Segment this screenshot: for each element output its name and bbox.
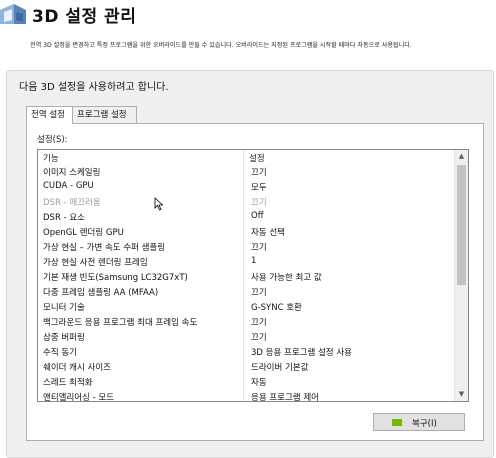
row-value[interactable]: 드라이버 기본값 xyxy=(251,361,308,373)
setting-row-shader-cache-size[interactable]: 쉐이더 캐시 사이즈 드라이버 기본값 xyxy=(38,359,456,374)
setting-row-vertical-sync[interactable]: 수직 동기 3D 응용 프로그램 설정 사용 xyxy=(38,344,456,359)
tab-program-settings[interactable]: 프로그램 설정 xyxy=(73,106,137,123)
row-feature: 기본 재생 빈도(Samsung LC32G7xT) xyxy=(43,273,188,283)
page-description: 전역 3D 설정을 변경하고 특정 프로그램을 위한 오버라이드를 만들 수 있… xyxy=(30,42,412,49)
row-feature: OpenGL 렌더링 GPU xyxy=(43,228,124,238)
row-feature: 스레드 최적화 xyxy=(43,378,93,388)
mouse-cursor-icon xyxy=(154,197,164,211)
list-scrollbar[interactable]: ▲ ▼ xyxy=(454,150,468,401)
setting-row-refresh-rate[interactable]: 기본 재생 빈도(Samsung LC32G7xT) 사용 가능한 최고 값 xyxy=(38,269,456,284)
setting-row-background-max-fps[interactable]: 백그라운드 응용 프로그램 최대 프레임 속도 끄기 xyxy=(38,314,456,329)
row-feature: 앤티앨리어싱 - 모드 xyxy=(43,393,115,402)
setting-row-vr-vrss[interactable]: 가상 현실 – 가변 속도 수퍼 샘플링 끄기 xyxy=(38,239,456,254)
scroll-up-icon[interactable]: ▲ xyxy=(455,150,468,163)
panel-heading: 다음 3D 설정을 사용하려고 합니다. xyxy=(19,82,169,93)
tab-global-settings[interactable]: 전역 설정 xyxy=(26,106,73,124)
page-title: 3D 설정 관리 xyxy=(32,7,137,27)
setting-row-antialiasing-mode[interactable]: 앤티앨리어싱 - 모드 응용 프로그램 제어 xyxy=(38,389,456,402)
row-value[interactable]: 자동 xyxy=(251,376,267,388)
scroll-thumb[interactable] xyxy=(457,165,466,285)
setting-row-image-scaling[interactable]: 이미지 스케일링 끄기 xyxy=(38,164,456,179)
column-header-feature[interactable]: 기능 xyxy=(43,152,59,164)
3d-cube-logo-icon xyxy=(0,4,26,24)
row-feature: 백그라운드 응용 프로그램 최대 프레임 속도 xyxy=(43,318,198,328)
row-feature: 가상 현실 사전 렌더링 프레임 xyxy=(43,258,148,268)
row-value[interactable]: 끄기 xyxy=(251,286,267,298)
header: 3D 설정 관리 xyxy=(0,0,496,30)
row-feature: CUDA - GPU xyxy=(43,181,94,191)
setting-row-dsr-factors[interactable]: DSR - 요소 Off xyxy=(38,209,456,224)
settings-label: 설정(S): xyxy=(37,135,68,145)
row-feature: 수직 동기 xyxy=(43,348,77,358)
row-feature: DSR - 요소 xyxy=(43,213,85,223)
row-feature: 가상 현실 – 가변 속도 수퍼 샘플링 xyxy=(43,243,166,253)
setting-row-threaded-optimization[interactable]: 스레드 최적화 자동 xyxy=(38,374,456,389)
setting-row-monitor-technology[interactable]: 모니터 기술 G-SYNC 호환 xyxy=(38,299,456,314)
row-value[interactable]: 끄기 xyxy=(251,331,267,343)
row-value[interactable]: 끄기 xyxy=(251,241,267,253)
settings-panel: 다음 3D 설정을 사용하려고 합니다. 전역 설정 프로그램 설정 설정(S)… xyxy=(6,70,494,458)
setting-row-cuda-gpu[interactable]: CUDA - GPU 모두 xyxy=(38,179,456,194)
row-feature: 이미지 스케일링 xyxy=(43,168,101,178)
row-feature: 모니터 기술 xyxy=(43,303,85,313)
nvidia-restore-icon xyxy=(392,419,402,426)
row-value[interactable]: 1 xyxy=(251,256,256,266)
restore-button-label: 복구(I) xyxy=(412,419,437,429)
list-header: 기능 설정 xyxy=(38,150,456,164)
restore-button[interactable]: 복구(I) xyxy=(373,413,465,431)
scroll-down-icon[interactable]: ▼ xyxy=(455,388,468,401)
row-value[interactable]: 끄기 xyxy=(251,166,267,178)
column-header-setting[interactable]: 설정 xyxy=(249,152,265,164)
tab-content: 설정(S): 기능 설정 이미지 스케일링 끄기 CUDA - GPU 모두 D… xyxy=(26,123,484,441)
setting-row-vr-prerendered-frames[interactable]: 가상 현실 사전 렌더링 프레임 1 xyxy=(38,254,456,269)
setting-row-dsr-smoothness: DSR - 매끄러움 끄기 xyxy=(38,194,456,209)
row-value[interactable]: Off xyxy=(251,211,264,221)
row-feature: 다중 프레임 샘플링 AA (MFAA) xyxy=(43,288,159,298)
settings-list[interactable]: 기능 설정 이미지 스케일링 끄기 CUDA - GPU 모두 DSR - 매끄… xyxy=(37,149,469,402)
row-value[interactable]: G-SYNC 호환 xyxy=(251,301,302,313)
row-value[interactable]: 끄기 xyxy=(251,316,267,328)
row-value[interactable]: 자동 선택 xyxy=(251,226,285,238)
setting-row-mfaa[interactable]: 다중 프레임 샘플링 AA (MFAA) 끄기 xyxy=(38,284,456,299)
setting-row-triple-buffering[interactable]: 삼중 버퍼링 끄기 xyxy=(38,329,456,344)
row-value[interactable]: 사용 가능한 최고 값 xyxy=(251,271,322,283)
row-value[interactable]: 모두 xyxy=(251,181,267,193)
row-value: 끄기 xyxy=(251,198,267,208)
row-feature: 쉐이더 캐시 사이즈 xyxy=(43,363,111,373)
row-value[interactable]: 응용 프로그램 제어 xyxy=(251,391,319,401)
row-value[interactable]: 3D 응용 프로그램 설정 사용 xyxy=(251,346,352,358)
row-feature: 삼중 버퍼링 xyxy=(43,333,85,343)
setting-row-opengl-gpu[interactable]: OpenGL 렌더링 GPU 자동 선택 xyxy=(38,224,456,239)
row-feature: DSR - 매끄러움 xyxy=(43,198,101,208)
